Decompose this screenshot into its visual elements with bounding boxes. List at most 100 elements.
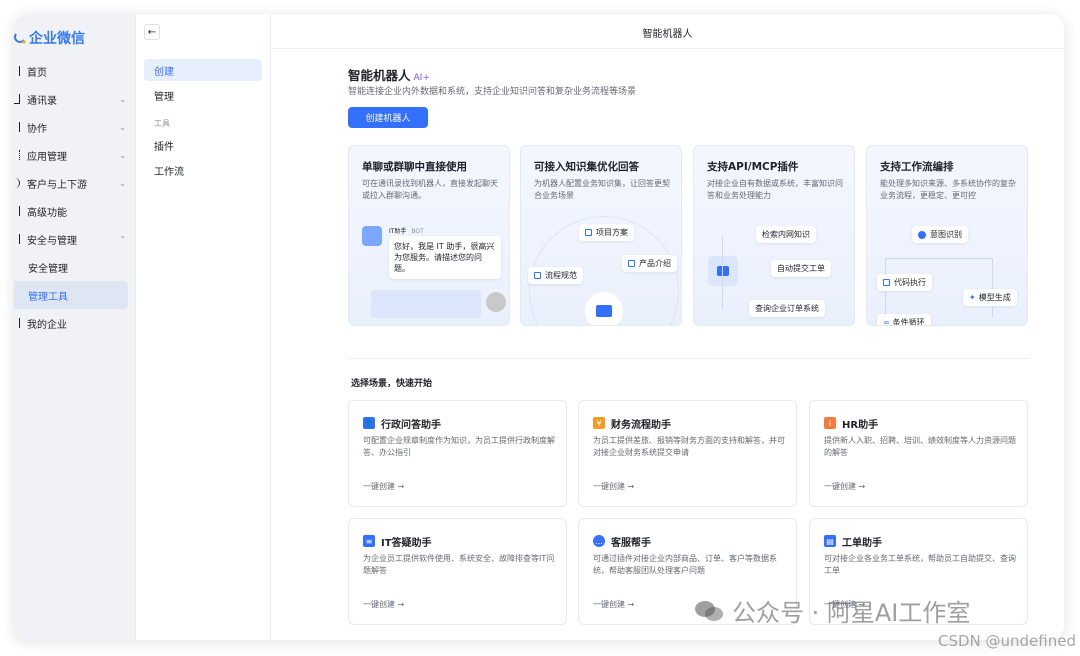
pill-label: 模型生成: [978, 293, 1011, 302]
connector-line: [722, 236, 723, 310]
quick-create-link[interactable]: 一键创建 →: [593, 599, 634, 610]
chevron-down-icon: ⌄: [119, 151, 126, 160]
sidebar-item-my-enterprise[interactable]: 我的企业: [14, 309, 136, 337]
quick-create-link[interactable]: 一键创建 →: [363, 599, 404, 610]
feature-desc: 能处理多知识来源、多系统协作的复杂业务流程，更稳定、更可控: [880, 179, 1016, 200]
divider: [348, 358, 1029, 359]
header: 智能机器人: [271, 14, 1064, 49]
input-bar: [371, 290, 481, 318]
pill-label: 流程规范: [545, 271, 577, 280]
sidebar-item-label: 通讯录: [27, 95, 57, 107]
feature-card-chat: 单聊或群聊中直接使用 可在通讯录找到机器人，直接发起聊天或拉入群聊沟通。 IT助…: [348, 145, 510, 326]
pill-label: 项目方案: [596, 228, 628, 237]
sidebar-item-security[interactable]: 安全与管理 ⌃: [14, 225, 136, 253]
feature-desc: 对接企业自有数据或系统，丰富知识问答和业务处理能力: [707, 179, 843, 200]
pill-loop: ∞ 条件循环: [877, 314, 931, 325]
pill-code-exec: 代码执行: [877, 274, 932, 291]
doc-icon: [628, 260, 635, 267]
feature-title: 支持工作流编排: [880, 161, 954, 173]
quick-create-link[interactable]: 一键创建 →: [593, 481, 634, 492]
shield-icon: [14, 234, 20, 244]
feature-title: 可接入知识集优化回答: [534, 161, 639, 173]
menu-group-tools: 工具: [154, 119, 170, 128]
feature-title: 支持API/MCP插件: [707, 161, 799, 173]
sidebar-item-collaboration[interactable]: 协作 ⌄: [14, 113, 136, 141]
pill-process-spec: 流程规范: [528, 267, 583, 284]
bot-name-text: IT助手: [389, 228, 407, 235]
menu-item-create[interactable]: 创建: [144, 59, 262, 81]
template-card-hr[interactable]: i HR助手 提供新人入职、招聘、培训、绩效制度等人力资源问题的解答 一键创建 …: [809, 400, 1028, 507]
template-desc: 可对接企业各业务工单系统，帮助员工自助提交、查询工单: [824, 554, 1016, 575]
watermark: 公众号 · 阿星AI工作室: [694, 593, 970, 628]
pill-project-plan: 项目方案: [579, 224, 634, 241]
template-card-it[interactable]: ≡ IT答疑助手 为企业员工提供软件使用、系统安全、故障排查等IT问题解答 一键…: [348, 518, 567, 625]
sidebar-item-label: 安全与管理: [27, 235, 77, 247]
secondary-menu: ← 创建 管理 工具 插件 工作流: [136, 14, 271, 640]
pill-order-query: 查询企业订单系统: [749, 300, 825, 317]
main-content: 智能机器人 AI+ 智能连接企业内外数据和系统，支持企业知识问答和复杂业务流程等场…: [271, 49, 1064, 640]
chevron-up-icon: ⌃: [119, 235, 126, 244]
chevron-down-icon: ⌄: [119, 95, 126, 104]
pill-label: 产品介绍: [639, 259, 671, 268]
back-button[interactable]: ←: [144, 24, 160, 40]
sidebar-item-label: 协作: [27, 123, 47, 135]
code-icon: [883, 279, 890, 286]
chat-icon: …: [593, 535, 605, 547]
template-name: 财务流程助手: [611, 420, 671, 431]
contacts-icon: [14, 94, 20, 104]
template-desc: 为员工提供差旅、报销等财务方面的支持和解答，并可对接企业财务系统提交申请: [593, 436, 785, 457]
template-name: HR助手: [842, 420, 879, 431]
template-card-finance[interactable]: ¥ 财务流程助手 为员工提供差旅、报销等财务方面的支持和解答，并可对接企业财务系…: [578, 400, 797, 507]
menu-item-workflow[interactable]: 工作流: [144, 159, 262, 181]
hr-icon: i: [824, 417, 836, 429]
sidebar-item-customers[interactable]: 客户与上下游 ⌄: [14, 169, 136, 197]
ticket-icon: ▤: [824, 535, 836, 547]
pill-intent: 意图识别: [912, 226, 968, 243]
book-icon: [585, 292, 623, 325]
template-card-admin[interactable]: 👤 行政问答助手 可配置企业规章制度作为知识，为员工提供行政制度解答、办公指引 …: [348, 400, 567, 507]
person-icon: 👤: [363, 417, 375, 429]
quick-create-link[interactable]: 一键创建 →: [363, 481, 404, 492]
template-name: 客服帮手: [611, 538, 651, 549]
bot-name: IT助手 BOT: [389, 226, 424, 235]
menu-item-manage[interactable]: 管理: [144, 84, 262, 106]
sidebar-nav: 首页 通讯录 ⌄ 协作 ⌄ 应用管理 ⌄ 客户与上下游 ⌄ 高级功能 安全与管理…: [14, 57, 136, 337]
user-avatar: [486, 292, 506, 312]
enterprise-icon: [14, 318, 20, 328]
sidebar-item-label: 高级功能: [27, 207, 67, 219]
sidebar-item-advanced[interactable]: 高级功能: [14, 197, 136, 225]
chevron-down-icon: ⌄: [119, 179, 126, 188]
template-name: IT答疑助手: [381, 538, 432, 549]
csdn-watermark: CSDN @undefined: [937, 632, 1076, 650]
feature-card-plugin: 支持API/MCP插件 对接企业自有数据或系统，丰富知识问答和业务处理能力 检索…: [693, 145, 855, 326]
app-window: 企业微信 首页 通讯录 ⌄ 协作 ⌄ 应用管理 ⌄ 客户与上下游 ⌄ 高级功能 …: [14, 14, 1064, 640]
sidebar-item-app-management[interactable]: 应用管理 ⌄: [14, 141, 136, 169]
sidebar-item-security-management[interactable]: 安全管理: [14, 253, 136, 281]
apps-icon: [14, 150, 20, 160]
server-icon: ≡: [363, 535, 375, 547]
sidebar-item-label: 客户与上下游: [27, 179, 87, 191]
pill-label: 查询企业订单系统: [755, 304, 819, 313]
advanced-icon: [14, 206, 20, 216]
doc-icon: [585, 229, 592, 236]
sidebar-item-contacts[interactable]: 通讯录 ⌄: [14, 85, 136, 113]
feature-title: 单聊或群聊中直接使用: [362, 161, 467, 173]
sidebar-item-label: 安全管理: [28, 263, 68, 275]
sidebar-item-label: 应用管理: [27, 151, 67, 163]
sidebar-item-management-tools[interactable]: 管理工具: [14, 281, 128, 309]
quick-create-link[interactable]: 一键创建 →: [824, 481, 865, 492]
template-name: 工单助手: [842, 538, 882, 549]
feature-card-knowledge: 可接入知识集优化回答 为机器人配置业务知识集，让回答更契合业务场景 项目方案 产…: [520, 145, 682, 326]
create-robot-button[interactable]: 创建机器人: [348, 107, 428, 128]
sidebar: 企业微信 首页 通讯录 ⌄ 协作 ⌄ 应用管理 ⌄ 客户与上下游 ⌄ 高级功能 …: [14, 14, 136, 640]
feature-card-workflow: 支持工作流编排 能处理多知识来源、多系统协作的复杂业务流程，更稳定、更可控 意图…: [866, 145, 1028, 326]
sidebar-item-home[interactable]: 首页: [14, 57, 136, 85]
app-logo[interactable]: 企业微信: [14, 28, 85, 48]
pill-label: 自动提交工单: [777, 264, 825, 273]
customers-icon: [14, 178, 20, 188]
menu-item-plugins[interactable]: 插件: [144, 134, 262, 156]
logo-text: 企业微信: [29, 31, 85, 47]
template-desc: 可通过插件对接企业内部商品、订单、客户等数据系统，帮助客服团队处理客户问题: [593, 554, 777, 575]
pill-label: 意图识别: [930, 230, 962, 239]
sidebar-item-label: 管理工具: [28, 291, 68, 303]
